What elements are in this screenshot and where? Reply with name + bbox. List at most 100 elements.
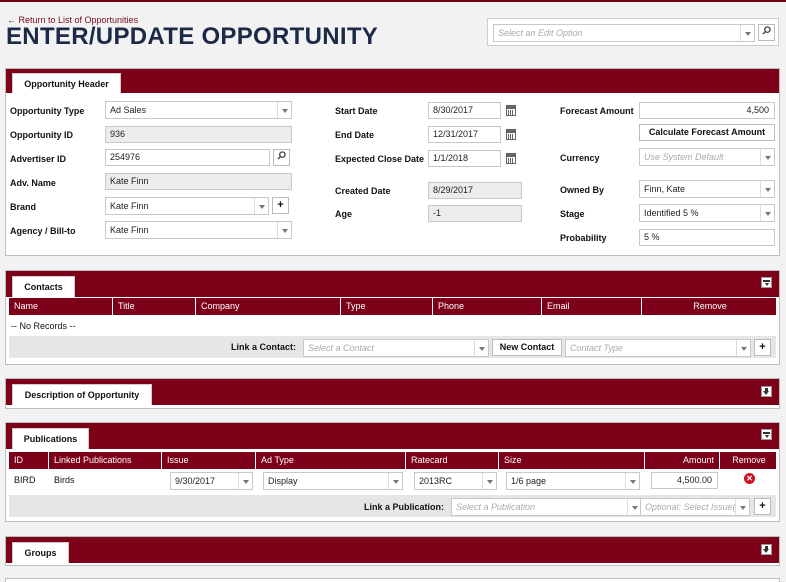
issue-multi-select[interactable]: Optional: Select Issue(s) — [640, 498, 750, 516]
description-panel: Description of Opportunity — [5, 378, 780, 409]
column-header: Ratecard — [406, 452, 499, 469]
contact-type-select[interactable]: Contact Type — [565, 339, 751, 357]
tab-opportunity-header[interactable]: Opportunity Header — [12, 73, 121, 93]
plus-icon: + — [277, 199, 284, 211]
expected-close-label: Expected Close Date — [335, 154, 425, 164]
add-publication-button[interactable]: + — [754, 498, 771, 515]
probability-field[interactable]: 5 % — [639, 229, 775, 246]
calendar-icon[interactable] — [506, 153, 516, 164]
column-header: Linked Publications — [49, 452, 162, 469]
page-title: ENTER/UPDATE OPPORTUNITY — [6, 23, 379, 50]
publications-table-header: ID Linked Publications Issue Ad Type Rat… — [9, 452, 776, 469]
opportunity-id-field: 936 — [105, 126, 292, 143]
ad-type-select[interactable]: Display — [263, 472, 403, 490]
advertiser-id-field[interactable]: 254976 — [105, 149, 270, 166]
column-header: Title — [113, 298, 196, 315]
search-icon — [762, 26, 771, 35]
contacts-panel: Contacts Name Title Company Type Phone E… — [5, 270, 780, 365]
expand-icon[interactable] — [761, 386, 772, 397]
link-publication-label: Link a Publication: — [364, 502, 445, 512]
publications-panel: Publications ID Linked Publications Issu… — [5, 422, 780, 522]
column-header: Name — [9, 298, 113, 315]
panel-header-bar — [6, 537, 779, 563]
calendar-icon[interactable] — [506, 105, 516, 116]
column-header: Remove — [732, 455, 766, 465]
remove-icon[interactable]: ✕ — [744, 473, 755, 484]
link-contact-label: Link a Contact: — [231, 342, 297, 352]
panel-header-bar — [6, 69, 779, 93]
start-date-field[interactable]: 8/30/2017 — [428, 102, 501, 119]
calendar-icon[interactable] — [506, 129, 516, 140]
opportunity-type-select[interactable]: Ad Sales — [105, 101, 292, 119]
advertiser-id-label: Advertiser ID — [10, 154, 67, 164]
brand-label: Brand — [10, 202, 37, 212]
add-brand-button[interactable]: + — [272, 197, 289, 214]
opportunity-type-label: Opportunity Type — [10, 106, 85, 116]
currency-select[interactable]: Use System Default — [639, 148, 775, 166]
contact-select[interactable]: Select a Contact — [303, 339, 489, 357]
collapse-icon[interactable] — [761, 277, 772, 288]
search-button[interactable] — [758, 24, 775, 41]
publication-select[interactable]: Select a Publication — [451, 498, 642, 516]
start-date-label: Start Date — [335, 106, 378, 116]
column-header: Issue — [162, 452, 256, 469]
currency-label: Currency — [560, 153, 600, 163]
brand-select[interactable]: Kate Finn — [105, 197, 269, 215]
pub-name-cell: Birds — [54, 475, 75, 485]
opportunity-header-panel: Opportunity Header Opportunity Type Ad S… — [5, 68, 780, 256]
add-contact-button[interactable]: + — [754, 339, 771, 356]
chevron-down-icon — [740, 25, 754, 41]
size-select[interactable]: 1/6 page — [506, 472, 640, 490]
new-contact-button[interactable]: New Contact — [492, 339, 562, 356]
column-header: Type — [341, 298, 433, 315]
search-icon — [277, 151, 286, 160]
column-header: Company — [196, 298, 341, 315]
owned-by-select[interactable]: Finn, Kate — [639, 180, 775, 198]
probability-label: Probability — [560, 233, 607, 243]
plus-icon: + — [759, 500, 766, 512]
column-header: Remove — [693, 301, 727, 311]
forecast-amount-label: Forecast Amount — [560, 106, 634, 116]
age-field: -1 — [428, 205, 522, 222]
stage-select[interactable]: Identified 5 % — [639, 204, 775, 222]
column-header: Amount — [645, 452, 720, 469]
tab-publications[interactable]: Publications — [12, 428, 89, 449]
column-header: Phone — [433, 298, 542, 315]
agency-label: Agency / Bill-to — [10, 226, 76, 236]
groups-panel: Groups — [5, 536, 780, 566]
calculate-forecast-button[interactable]: Calculate Forecast Amount — [639, 124, 775, 141]
plus-icon: + — [759, 341, 766, 353]
pub-id-cell: BIRD — [14, 475, 36, 485]
edit-option-box: Select an Edit Option — [487, 18, 779, 46]
issue-select[interactable]: 9/30/2017 — [170, 472, 253, 490]
column-header: Email — [542, 298, 642, 315]
tab-description[interactable]: Description of Opportunity — [12, 384, 152, 405]
forecast-amount-field[interactable]: 4,500 — [639, 102, 775, 119]
tab-groups[interactable]: Groups — [12, 542, 69, 563]
created-date-field: 8/29/2017 — [428, 182, 522, 199]
collapse-icon[interactable] — [761, 429, 772, 440]
expected-close-field[interactable]: 1/1/2018 — [428, 150, 501, 167]
edit-option-select[interactable]: Select an Edit Option — [493, 24, 755, 42]
column-header: Size — [499, 452, 645, 469]
advertiser-search-button[interactable] — [273, 149, 290, 166]
next-panel-edge — [5, 578, 780, 582]
empty-records: -- No Records -- — [11, 321, 76, 331]
expand-icon[interactable] — [761, 544, 772, 555]
panel-header-bar — [6, 423, 779, 449]
end-date-label: End Date — [335, 130, 375, 140]
adv-name-field: Kate Finn — [105, 173, 292, 190]
agency-select[interactable]: Kate Finn — [105, 221, 292, 239]
ratecard-select[interactable]: 2013RC — [414, 472, 497, 490]
panel-header-bar — [6, 271, 779, 297]
column-header: Ad Type — [256, 452, 406, 469]
adv-name-label: Adv. Name — [10, 178, 56, 188]
amount-field[interactable]: 4,500.00 — [651, 472, 718, 489]
stage-label: Stage — [560, 209, 585, 219]
tab-contacts[interactable]: Contacts — [12, 276, 75, 297]
contacts-table-header: Name Title Company Type Phone Email Remo… — [9, 298, 776, 315]
opportunity-id-label: Opportunity ID — [10, 130, 73, 140]
created-date-label: Created Date — [335, 186, 391, 196]
end-date-field[interactable]: 12/31/2017 — [428, 126, 501, 143]
age-label: Age — [335, 209, 353, 219]
